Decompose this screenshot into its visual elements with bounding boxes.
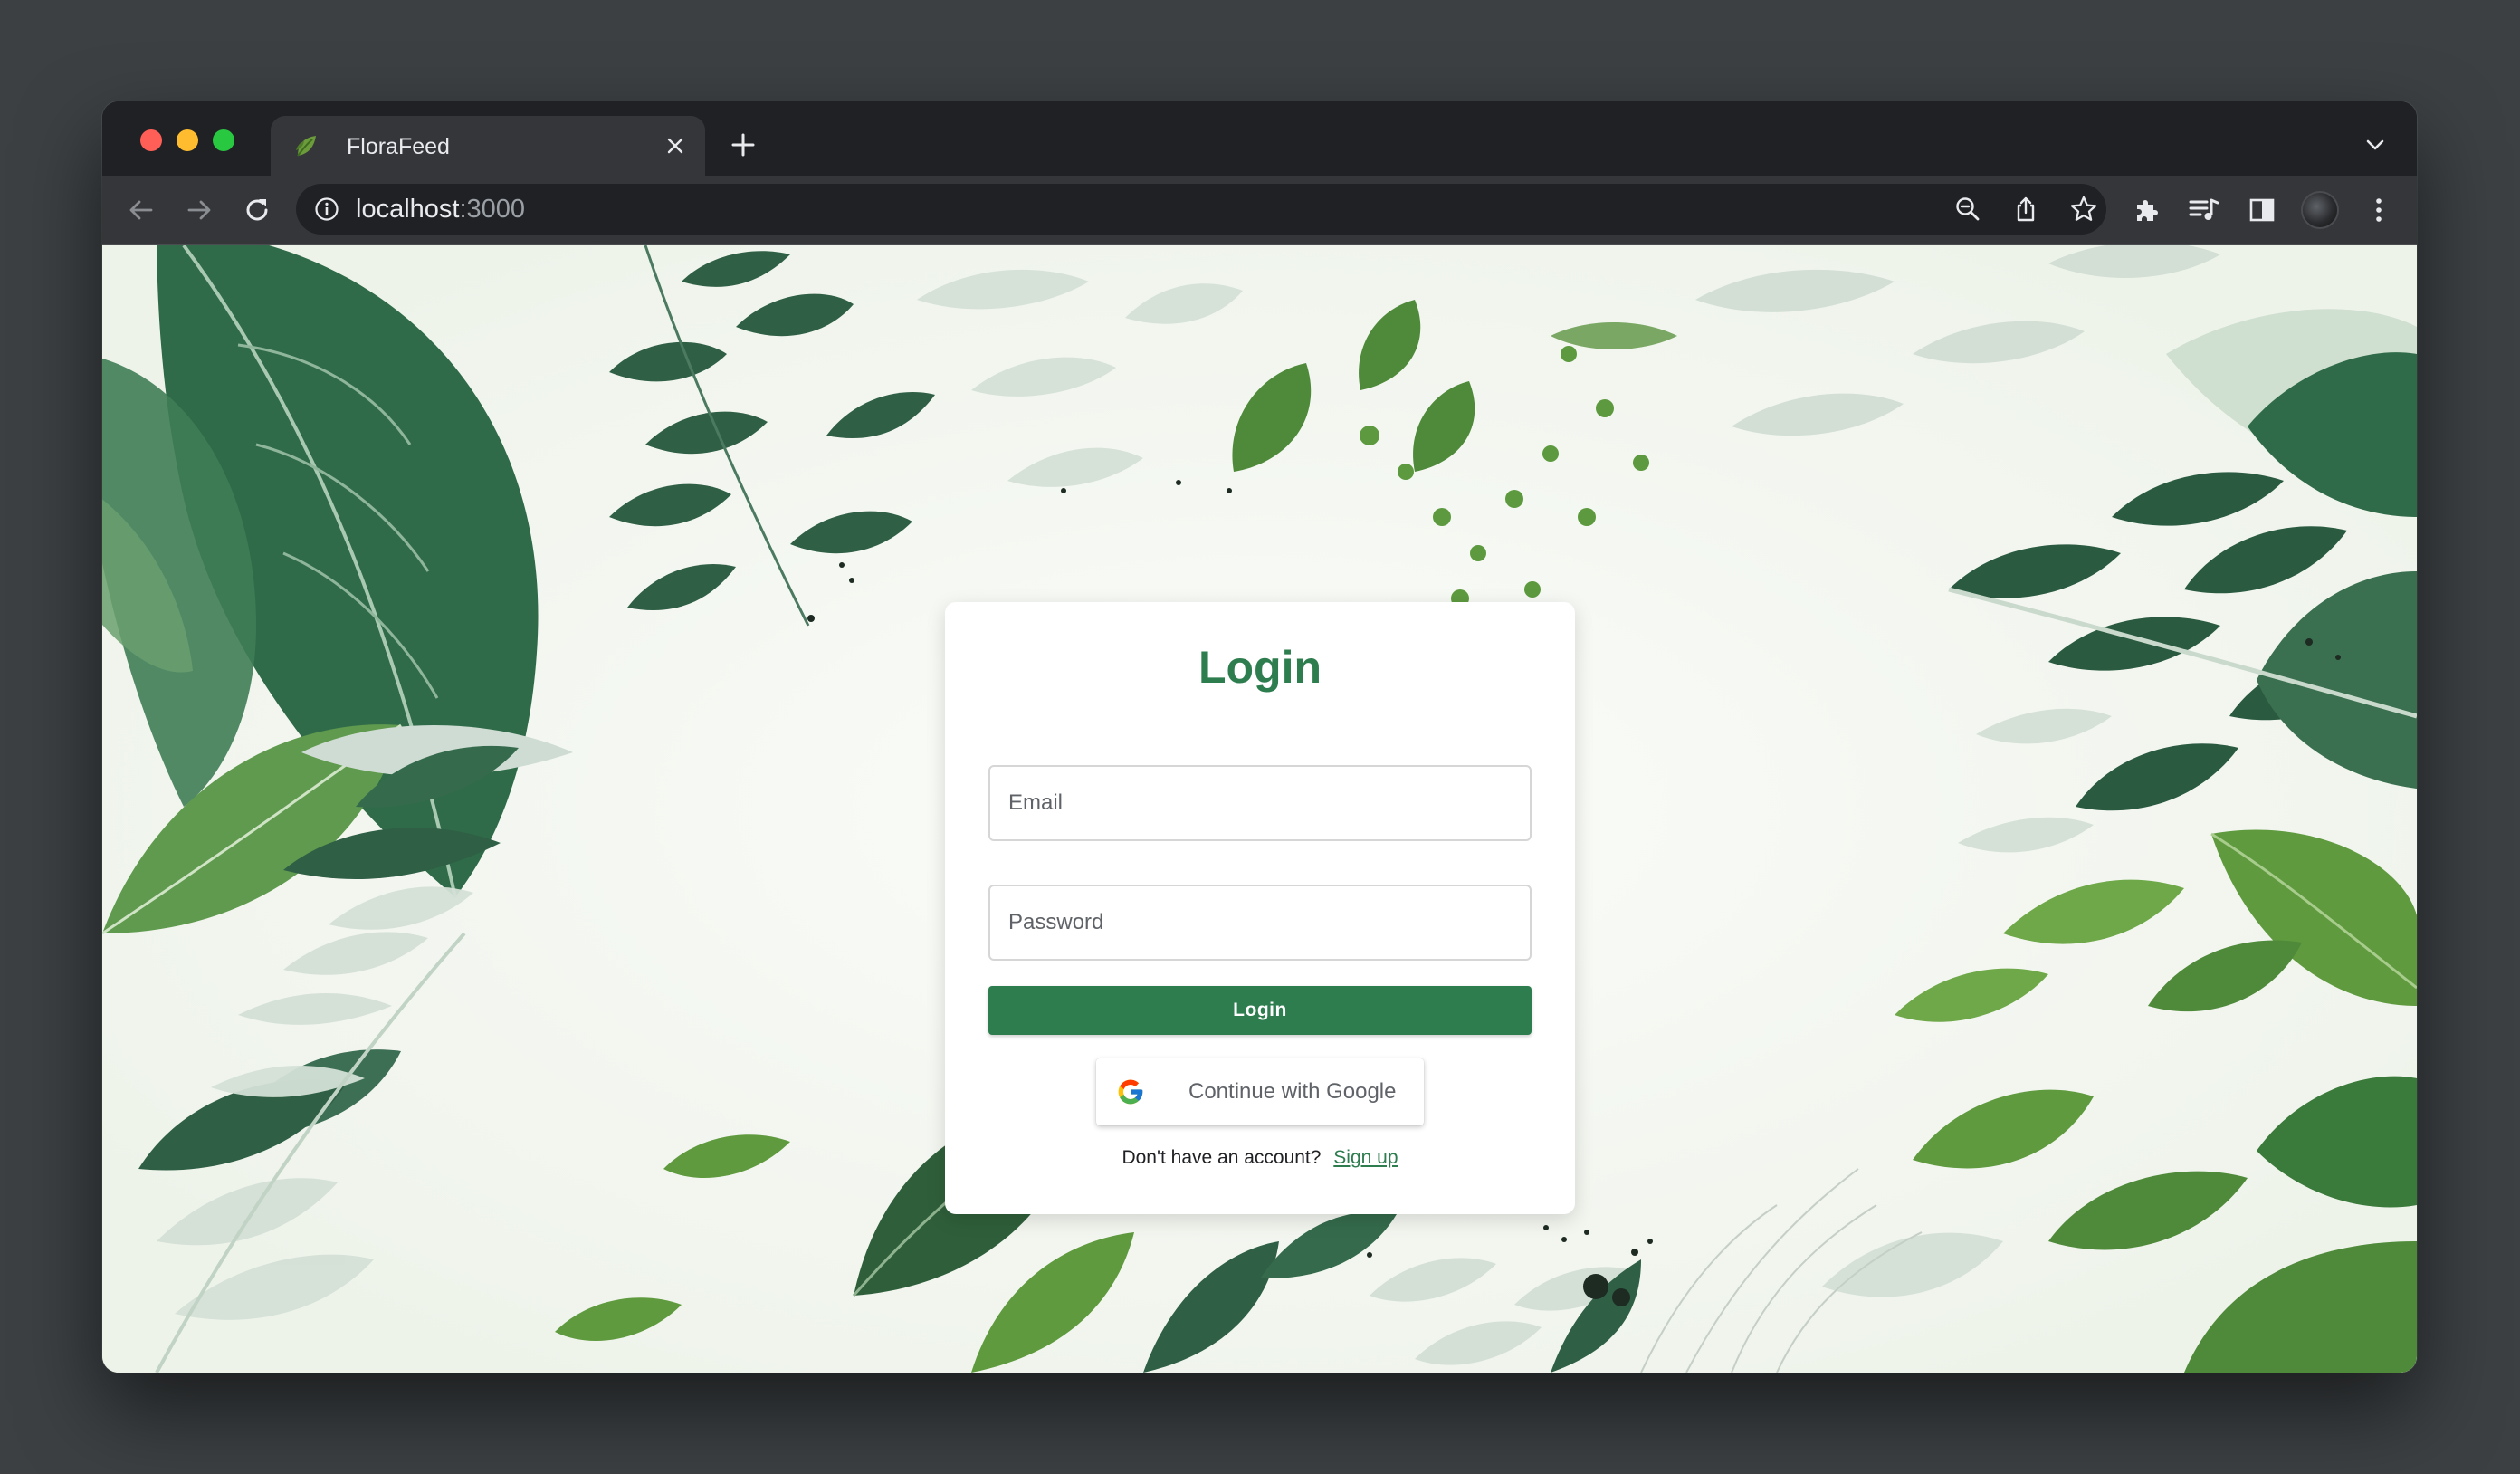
side-panel-icon[interactable] (2245, 193, 2279, 227)
page-viewport: Login Login Continue with Google (102, 245, 2417, 1373)
media-control-icon[interactable] (2187, 193, 2221, 227)
zoom-out-icon[interactable] (1952, 193, 1984, 225)
browser-toolbar: localhost:3000 (102, 176, 2417, 245)
google-icon (1116, 1077, 1145, 1106)
email-field[interactable] (988, 765, 1532, 841)
share-icon[interactable] (2009, 193, 2042, 225)
plus-icon[interactable] (724, 126, 762, 164)
login-button[interactable]: Login (988, 986, 1532, 1035)
tab-title: FloraFeed (347, 134, 450, 159)
password-input[interactable] (990, 886, 1530, 959)
google-signin-button[interactable]: Continue with Google (1096, 1058, 1424, 1125)
leaf-icon (292, 132, 320, 159)
email-input[interactable] (990, 767, 1530, 839)
minimize-window-button[interactable] (177, 129, 198, 151)
star-icon[interactable] (2067, 193, 2100, 225)
avatar[interactable] (2301, 191, 2339, 229)
close-window-button[interactable] (140, 129, 162, 151)
chevron-down-icon[interactable] (2359, 129, 2391, 161)
tab-florafeed[interactable]: FloraFeed (271, 116, 705, 176)
browser-window: FloraFeed localhost:3000 Login Email Log… (102, 101, 2417, 1373)
puzzle-icon[interactable] (2129, 193, 2163, 227)
signup-link[interactable]: Sign up (1333, 1147, 1398, 1168)
address-bar[interactable]: localhost:3000 (296, 184, 2106, 234)
reload-icon[interactable] (237, 190, 277, 230)
close-icon[interactable] (660, 130, 691, 161)
tab-strip: FloraFeed (102, 101, 2417, 176)
kebab-menu-icon[interactable] (2362, 193, 2396, 227)
url-text[interactable]: localhost:3000 (356, 195, 525, 224)
arrow-right-icon[interactable] (179, 190, 219, 230)
signup-row: Don't have an account? Sign up (945, 1145, 1575, 1171)
google-button-label: Continue with Google (1188, 1079, 1397, 1104)
url-port: :3000 (459, 195, 526, 224)
signup-prompt: Don't have an account? (1122, 1147, 1322, 1168)
login-card: Login Login Continue with Google (945, 602, 1575, 1214)
info-icon[interactable] (314, 196, 339, 222)
page-title: Login (1198, 642, 1322, 693)
password-field[interactable] (988, 885, 1532, 961)
maximize-window-button[interactable] (213, 129, 234, 151)
arrow-left-icon[interactable] (121, 190, 161, 230)
url-host: localhost (356, 195, 460, 224)
